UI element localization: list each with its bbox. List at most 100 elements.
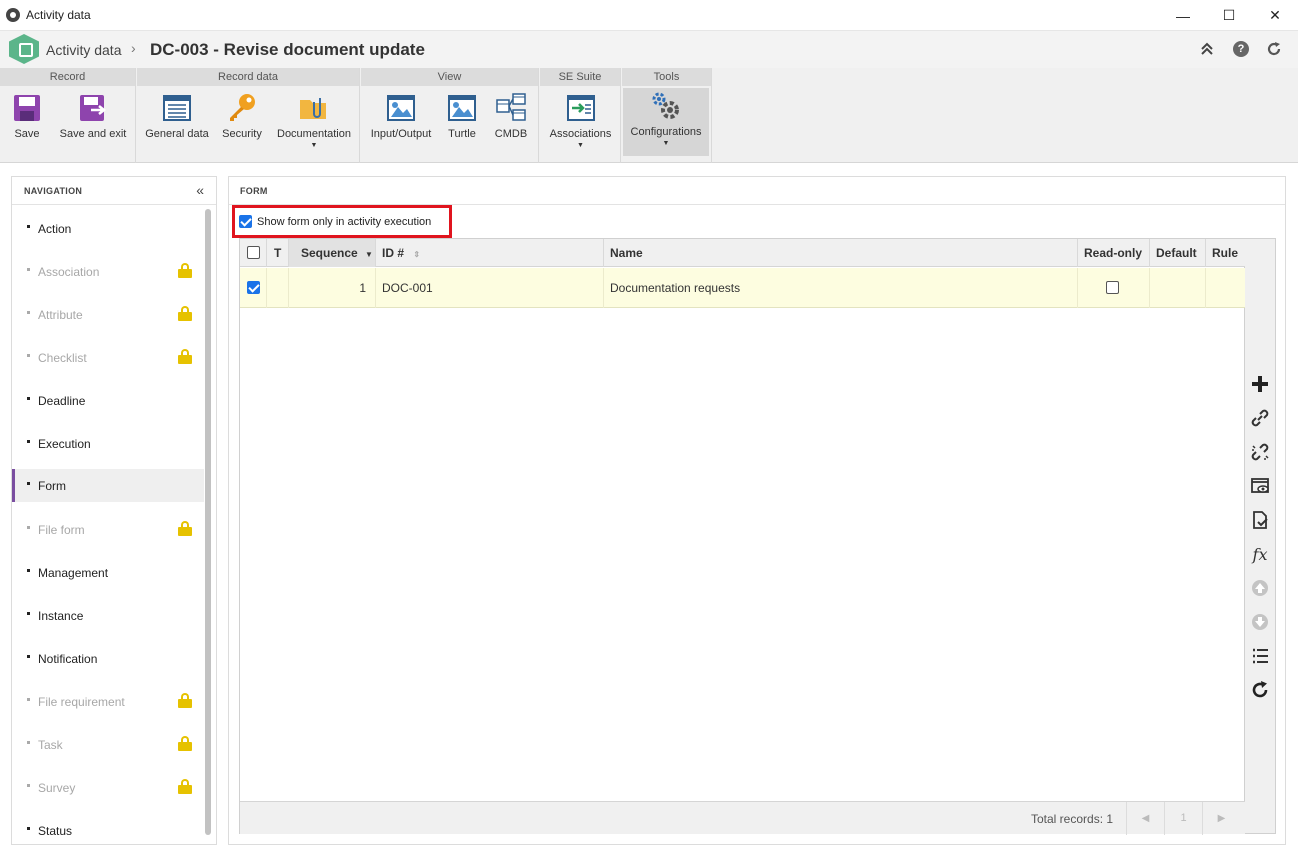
navigation-scrollbar[interactable] <box>205 209 211 835</box>
page-number: 1 <box>1164 802 1202 835</box>
lock-icon <box>178 693 192 708</box>
ribbon-toolbar: Record Save Save and exit Record data Ge… <box>0 68 1298 163</box>
save-icon <box>14 95 40 121</box>
form-panel: FORM Show form only in activity executio… <box>228 176 1286 845</box>
nav-item-management[interactable]: Management <box>12 550 204 593</box>
grid-header: T Sequence ▼ ID # ⇕ Name Read-only Defau… <box>240 239 1246 267</box>
configurations-button[interactable]: Configurations ▼ <box>623 88 709 156</box>
table-row[interactable]: 1 DOC-001 Documentation requests <box>240 268 1245 308</box>
cmdb-icon <box>496 93 526 121</box>
page-title: DC-003 - Revise document update <box>150 40 425 59</box>
form-grid: T Sequence ▼ ID # ⇕ Name Read-only Defau… <box>239 238 1246 835</box>
nav-item-action[interactable]: Action <box>12 206 204 249</box>
view-icon[interactable] <box>1249 475 1271 497</box>
lock-icon <box>178 349 192 364</box>
documentation-button[interactable]: Documentation ▼ <box>273 90 355 156</box>
gear-icon <box>652 92 679 119</box>
general-data-button[interactable]: General data <box>141 90 213 156</box>
nav-item-instance[interactable]: Instance <box>12 593 204 636</box>
next-page-button[interactable]: ▶ <box>1202 802 1240 835</box>
column-header-name[interactable]: Name <box>604 239 1078 267</box>
move-up-icon <box>1249 577 1271 599</box>
bullet-icon <box>27 311 30 314</box>
save-button[interactable]: Save <box>4 90 50 156</box>
column-header-sequence[interactable]: Sequence ▼ <box>289 239 376 267</box>
move-down-icon <box>1249 611 1271 633</box>
id-cell: DOC-001 <box>376 268 604 308</box>
associations-button[interactable]: Associations ▼ <box>544 90 617 156</box>
form-header: FORM <box>229 177 1285 205</box>
bullet-icon <box>27 482 30 485</box>
save-and-exit-button[interactable]: Save and exit <box>56 90 130 156</box>
grid-side-toolbar: fx <box>1245 238 1276 834</box>
help-icon[interactable]: ? <box>1233 41 1249 57</box>
window-title: Activity data <box>26 8 91 22</box>
sort-icon: ⇕ <box>413 250 421 259</box>
bullet-icon <box>27 741 30 744</box>
module-logo-icon <box>9 34 39 64</box>
show-form-only-checkbox[interactable] <box>239 215 252 228</box>
turtle-button[interactable]: Turtle <box>441 90 483 156</box>
reload-icon[interactable] <box>1249 679 1271 701</box>
column-header-id[interactable]: ID # ⇕ <box>376 239 604 267</box>
link-icon[interactable] <box>1249 407 1271 429</box>
list-icon[interactable] <box>1249 645 1271 667</box>
key-icon <box>230 94 255 121</box>
breadcrumb-root[interactable]: Activity data <box>46 42 121 58</box>
maximize-button[interactable]: ☐ <box>1206 0 1252 31</box>
navigation-title: NAVIGATION <box>24 186 83 196</box>
nav-item-notification[interactable]: Notification <box>12 636 204 679</box>
security-button[interactable]: Security <box>217 90 267 156</box>
nav-item-deadline[interactable]: Deadline <box>12 378 204 421</box>
column-header-type[interactable]: T <box>267 239 289 267</box>
navigation-list: Action Association Attribute Checklist D… <box>12 206 204 851</box>
document-check-icon[interactable] <box>1249 509 1271 531</box>
breadcrumb-separator-icon: › <box>131 40 136 56</box>
dropdown-arrow-icon: ▼ <box>662 140 670 147</box>
total-records: Total records: 1 <box>1031 812 1114 826</box>
nav-item-form[interactable]: Form <box>12 469 204 502</box>
lock-icon <box>178 736 192 751</box>
name-cell: Documentation requests <box>604 268 1078 308</box>
collapse-navigation-icon[interactable]: « <box>196 182 204 198</box>
nav-item-status[interactable]: Status <box>12 808 204 851</box>
unlink-icon[interactable] <box>1249 441 1271 463</box>
read-only-checkbox[interactable] <box>1106 281 1119 294</box>
general-data-icon <box>163 95 191 121</box>
dropdown-arrow-icon: ▼ <box>310 142 318 149</box>
refresh-icon[interactable] <box>1265 40 1283 58</box>
page-header: Activity data › DC-003 - Revise document… <box>0 31 1298 68</box>
lock-icon <box>178 521 192 536</box>
prev-page-button[interactable]: ◀ <box>1126 802 1164 835</box>
lock-icon <box>178 779 192 794</box>
minimize-icon: — <box>1176 7 1190 24</box>
minimize-button[interactable]: — <box>1160 0 1206 31</box>
folder-clip-icon <box>300 98 326 119</box>
column-header-rule[interactable]: Rule <box>1206 239 1246 267</box>
add-icon[interactable] <box>1249 373 1271 395</box>
input-output-button[interactable]: Input/Output <box>365 90 437 156</box>
dropdown-arrow-icon: ▼ <box>577 142 584 149</box>
select-all-checkbox[interactable] <box>247 246 260 259</box>
sort-desc-icon: ▼ <box>365 250 373 259</box>
navigation-panel: NAVIGATION « Action Association Attribut… <box>11 176 217 845</box>
close-button[interactable]: ✕ <box>1252 0 1298 31</box>
collapse-header-icon[interactable] <box>1198 40 1216 58</box>
nav-item-execution[interactable]: Execution <box>12 421 204 464</box>
show-form-only-label[interactable]: Show form only in activity execution <box>257 216 431 228</box>
column-header-read-only[interactable]: Read-only <box>1078 239 1150 267</box>
bullet-icon <box>27 827 30 830</box>
column-header-default[interactable]: Default <box>1150 239 1206 267</box>
associations-icon <box>566 95 595 121</box>
image-diagram-icon <box>387 95 415 121</box>
formula-icon[interactable]: fx <box>1249 543 1271 565</box>
bullet-icon <box>27 655 30 658</box>
column-header-id-label: ID # <box>382 246 405 260</box>
lock-icon <box>178 263 192 278</box>
row-select-checkbox[interactable] <box>247 281 260 294</box>
turtle-diagram-icon <box>448 95 476 121</box>
cmdb-button[interactable]: CMDB <box>489 90 533 156</box>
grid-footer: Total records: 1 ◀ 1 ▶ <box>240 801 1245 835</box>
nav-item-survey: Survey <box>12 765 204 808</box>
row-select-cell <box>240 268 267 308</box>
